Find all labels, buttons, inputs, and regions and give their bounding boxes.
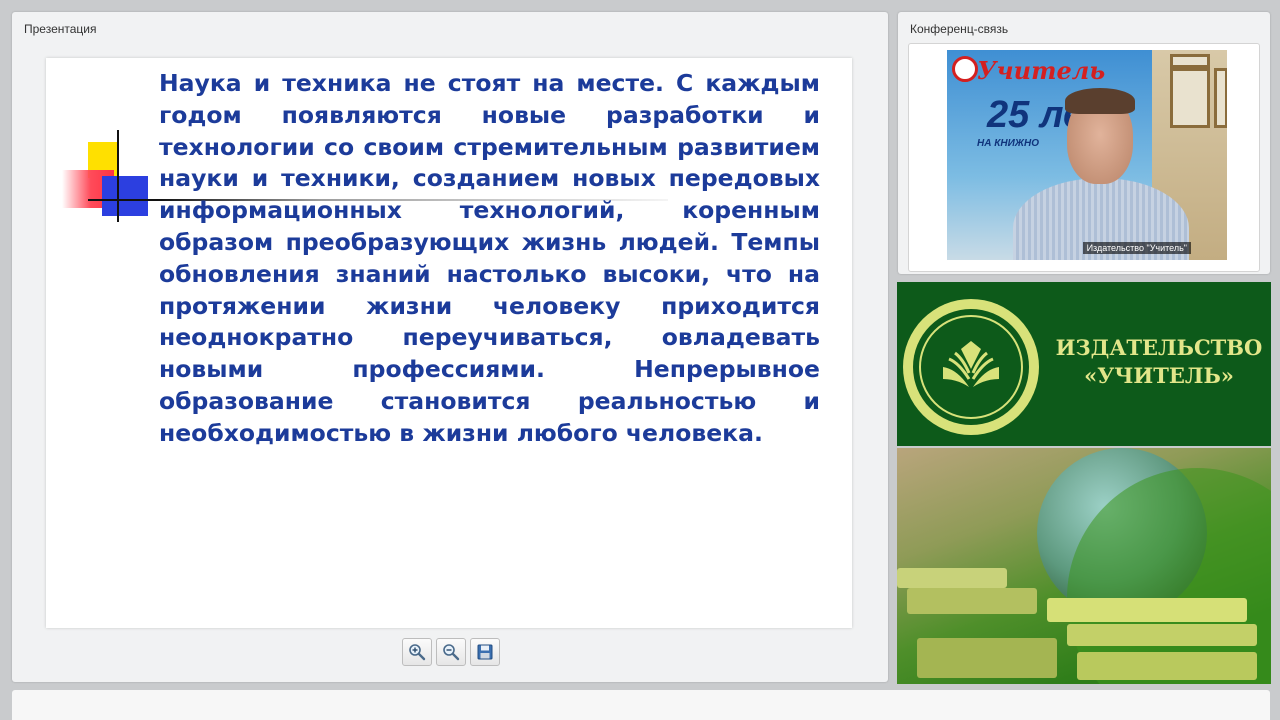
conference-panel: Конференц-связь Учитель 25 ле НА КНИЖНО … bbox=[898, 12, 1270, 274]
save-button[interactable] bbox=[470, 638, 500, 666]
bottom-panel bbox=[12, 690, 1270, 720]
slide-decoration-vertical-line bbox=[117, 130, 119, 222]
save-icon bbox=[477, 644, 493, 660]
publisher-logo-icon bbox=[903, 299, 1039, 435]
publisher-banner-image bbox=[897, 448, 1271, 684]
video-frame: Учитель 25 ле НА КНИЖНО Издательство "Уч… bbox=[908, 43, 1260, 272]
publisher-banner: ИЗДАТЕЛЬСТВО «УЧИТЕЛЬ» bbox=[897, 282, 1271, 684]
zoom-out-button[interactable] bbox=[436, 638, 466, 666]
person-hair bbox=[1065, 88, 1135, 114]
publisher-name-line1: ИЗДАТЕЛЬСТВО bbox=[1055, 335, 1263, 360]
presentation-panel-title: Презентация bbox=[24, 22, 97, 36]
zoom-out-icon bbox=[443, 644, 460, 661]
book-image bbox=[917, 638, 1057, 678]
book-image bbox=[907, 588, 1037, 614]
zoom-in-button[interactable] bbox=[402, 638, 432, 666]
slide-text: Наука и техника не стоят на месте. С каж… bbox=[159, 69, 820, 447]
book-image bbox=[1077, 652, 1257, 680]
conference-panel-title: Конференц-связь bbox=[910, 22, 1009, 36]
poster-subtitle: НА КНИЖНО bbox=[977, 138, 1040, 149]
webcam-video[interactable]: Учитель 25 ле НА КНИЖНО Издательство "Уч… bbox=[947, 50, 1227, 260]
presentation-toolbar bbox=[402, 638, 500, 666]
publisher-name-line2: «УЧИТЕЛЬ» bbox=[1084, 363, 1234, 388]
wall-frame-picture bbox=[1170, 68, 1210, 128]
book-image bbox=[897, 568, 1007, 588]
wall-frame-picture bbox=[1214, 68, 1227, 128]
presentation-panel: Презентация Наука и техника не стоят на … bbox=[12, 12, 888, 682]
presentation-slide: Наука и техника не стоят на месте. С каж… bbox=[46, 58, 852, 628]
slide-decoration-blue bbox=[102, 176, 148, 216]
book-image bbox=[1047, 598, 1247, 622]
poster-title: Учитель bbox=[977, 56, 1106, 85]
poster-logo-icon bbox=[952, 56, 978, 82]
zoom-in-icon bbox=[409, 644, 426, 661]
book-logo-icon bbox=[943, 341, 999, 387]
video-caption: Издательство "Учитель" bbox=[1082, 242, 1191, 254]
publisher-banner-top: ИЗДАТЕЛЬСТВО «УЧИТЕЛЬ» bbox=[897, 282, 1271, 446]
book-image bbox=[1067, 624, 1257, 646]
publisher-name: ИЗДАТЕЛЬСТВО «УЧИТЕЛЬ» bbox=[1047, 334, 1271, 390]
wall-frame-picture bbox=[1170, 54, 1210, 68]
